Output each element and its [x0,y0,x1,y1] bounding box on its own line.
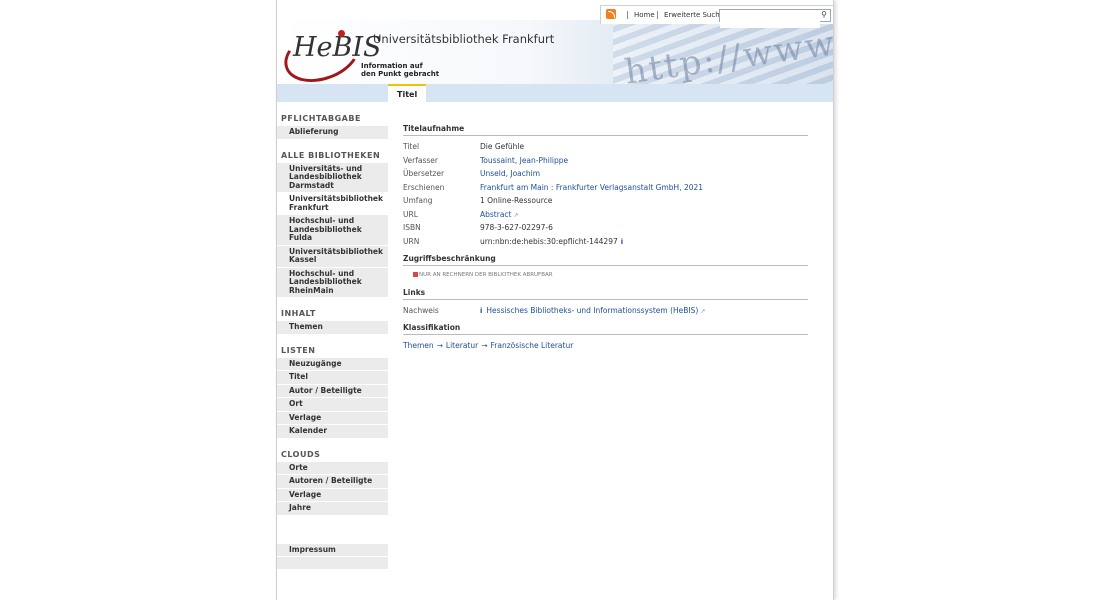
sidebar-item-jahre[interactable]: Jahre [277,502,388,516]
field-label: Erschienen [403,182,445,192]
logo-text: HeBIS [293,32,382,63]
field-label: URL [403,209,418,219]
sidebar-item-orte[interactable]: Orte [277,461,388,475]
field-row-isbn: ISBN 978-3-627-02297-6 [403,223,808,237]
search-icon[interactable]: ⚲ [821,10,827,19]
hebis-logo[interactable]: HeBIS [277,20,382,84]
sidebar-item-rheinmain[interactable]: Hochschul- und Landesbibliothek RheinMai… [277,267,388,298]
external-link-icon: ↗ [700,308,706,315]
field-label: URN [403,236,420,246]
logo-dot [338,30,345,37]
external-link-icon: ↗ [513,211,519,219]
search-input[interactable] [720,18,820,28]
tab-bar: Titel [277,84,833,102]
section-title-klassifikation: Klassifikation [403,323,808,335]
field-label: Übersetzer [403,169,445,178]
sidebar-item-impressum[interactable]: Impressum [277,543,388,557]
sidebar-item-kassel[interactable]: Universitätsbibliothek Kassel [277,245,388,268]
sidebar-item-ablieferung[interactable]: Ablieferung [277,126,388,140]
classification-link-literatur[interactable]: Literatur [446,341,478,350]
sidebar-heading-alle-bibliotheken: ALLE BIBLIOTHEKEN [281,150,381,160]
header-banner: http://www HeBIS Information auf den Pun… [277,20,833,84]
field-row-verfasser: Verfasser Toussaint, Jean-Philippe [403,156,808,170]
translator-link[interactable]: Unseld, Joachim [480,169,540,178]
classification-path: Themen → Literatur → Französische Literatur [403,341,808,355]
record-detail: Titelaufnahme Titel Die Gefühle Verfasse… [403,124,808,354]
advanced-search-link[interactable]: Erweiterte Suche [664,11,724,19]
field-label: Nachweis [403,306,439,315]
field-label: ISBN [403,223,421,232]
sidebar-item-fulda[interactable]: Hochschul- und Landesbibliothek Fulda [277,215,388,246]
sidebar-item-frankfurt[interactable]: Universitätsbibliothek Frankfurt [277,193,388,215]
sidebar-item-ort[interactable]: Ort [277,398,388,412]
access-restriction-text: NUR AN RECHNERN DER BIBLIOTHEK ABRUFBAR [419,272,553,278]
arrow-icon: → [481,340,488,350]
sidebar-item-titel[interactable]: Titel [277,371,388,385]
field-value-urn: urn:nbn:de:hebis:30:epflicht-144297 [480,236,618,246]
field-row-uebersetzer: Übersetzer Unseld, Joachim [403,169,808,183]
field-row-urn: URN urn:nbn:de:hebis:30:epflicht-144297 i [403,237,808,251]
sidebar-item-darmstadt[interactable]: Universitäts- und Landesbibliothek Darms… [277,162,388,193]
sidebar-footer-block [277,557,388,570]
classification-link-themen[interactable]: Themen [403,341,434,350]
publisher-link[interactable]: Frankfurt am Main : Frankfurter Verlagsa… [480,183,703,192]
field-value-isbn: 978-3-627-02297-6 [480,223,553,232]
field-row-url: URL Abstract ↗ [403,210,808,224]
restriction-icon [413,272,418,277]
sidebar: PFLICHTABGABE Ablieferung ALLE BIBLIOTHE… [277,110,388,570]
abstract-link[interactable]: Abstract [480,210,511,219]
field-value-titel: Die Gefühle [480,142,525,151]
field-value-umfang: 1 Online-Ressource [480,196,553,205]
author-link[interactable]: Toussaint, Jean-Philippe [480,156,568,165]
sidebar-item-kalender[interactable]: Kalender [277,425,388,439]
sidebar-item-verlage[interactable]: Verlage [277,411,388,425]
sidebar-item-neuzugaenge[interactable]: Neuzugänge [277,357,388,371]
sidebar-item-autor[interactable]: Autor / Beteiligte [277,384,388,398]
tab-titel[interactable]: Titel [388,84,427,102]
field-label: Titel [403,142,420,151]
sidebar-heading-listen: LISTEN [281,345,316,355]
field-label: Umfang [403,196,433,205]
info-icon[interactable]: i [621,238,623,246]
section-title-links: Links [403,288,808,300]
access-restriction: NUR AN RECHNERN DER BIBLIOTHEK ABRUFBAR [413,272,808,278]
site-title: Universitätsbibliothek Frankfurt [373,32,555,46]
sidebar-heading-clouds: CLOUDS [281,449,321,459]
section-title-zugriff: Zugriffsbeschränkung [403,254,808,266]
page-container: http://www HeBIS Information auf den Pun… [276,0,834,600]
separator: | [656,10,659,19]
field-row-umfang: Umfang 1 Online-Ressource [403,196,808,210]
separator: | [626,10,629,19]
classification-link-franzoesisch[interactable]: Französische Literatur [491,341,574,350]
section-title-titelaufnahme: Titelaufnahme [403,124,808,136]
field-row-erschienen: Erschienen Frankfurt am Main : Frankfurt… [403,183,808,197]
field-row-titel: Titel Die Gefühle [403,142,808,156]
logo-tagline: Information auf den Punkt gebracht [361,62,440,78]
sidebar-item-cloud-verlage[interactable]: Verlage [277,488,388,502]
sidebar-heading-pflichtabgabe: PFLICHTABGABE [281,114,361,123]
field-row-nachweis: Nachweis i Hessisches Bibliotheks- und In… [403,306,808,320]
rss-icon[interactable] [606,9,616,19]
home-link[interactable]: Home [634,11,655,19]
field-label: Verfasser [403,155,438,165]
top-utility-bar: | Home | Erweiterte Suche ⚲ [600,5,834,28]
hebis-link[interactable]: Hessisches Bibliotheks- und Informations… [486,306,698,315]
arrow-icon: → [436,340,443,350]
sidebar-item-autoren[interactable]: Autoren / Beteiligte [277,475,388,489]
search-box: ⚲ [719,9,831,28]
info-icon[interactable]: i [480,307,482,315]
sidebar-heading-inhalt: INHALT [281,309,316,318]
sidebar-item-themen[interactable]: Themen [277,321,388,335]
